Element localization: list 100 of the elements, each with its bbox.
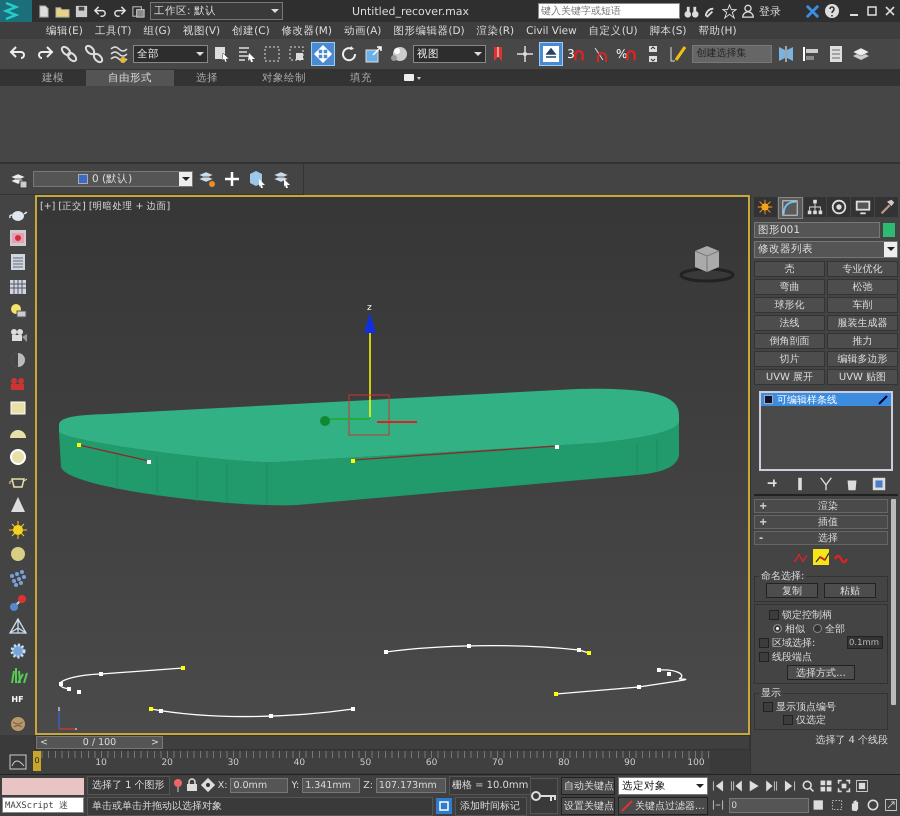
lock-handles-checkbox[interactable]: 锁定控制柄 xyxy=(759,608,883,621)
menu-item[interactable]: Civil View xyxy=(520,24,583,36)
modifier-button[interactable]: 推力 xyxy=(827,333,898,349)
radio-option[interactable]: 相似 xyxy=(773,622,805,635)
previous-frame-button[interactable]: < xyxy=(37,737,51,748)
selection-filter-dropdown[interactable]: 全部 xyxy=(133,45,208,63)
pin-icon[interactable] xyxy=(172,777,183,793)
scrollbar[interactable] xyxy=(891,499,896,705)
sun-icon[interactable] xyxy=(6,518,28,540)
segment-end-checkbox[interactable]: 线段端点 xyxy=(759,650,883,663)
set-key-button[interactable]: 设置关键点 xyxy=(561,796,615,814)
radio-option[interactable]: 全部 xyxy=(813,622,845,635)
ribbon-tab[interactable]: 选择 xyxy=(174,70,240,86)
menu-item[interactable]: 渲染(R) xyxy=(470,24,520,38)
select-by-button[interactable]: 选择方式... xyxy=(787,665,855,680)
modifier-button[interactable]: 倒角剖面 xyxy=(754,333,825,349)
modifier-button[interactable]: 弯曲 xyxy=(754,279,825,295)
menu-item[interactable]: 自定义(U) xyxy=(582,24,644,38)
menu-item[interactable]: 视图(V) xyxy=(176,24,226,38)
modifier-button[interactable]: 法线 xyxy=(754,315,825,331)
menu-item[interactable]: 创建(C) xyxy=(226,24,276,38)
coordinate-field[interactable]: 1.341mm xyxy=(302,778,360,792)
go-to-end-icon[interactable] xyxy=(782,778,798,794)
key-mode-icon[interactable] xyxy=(710,798,726,812)
manipulate-icon[interactable] xyxy=(539,42,563,66)
ribbon-tab[interactable]: 填充 xyxy=(328,70,394,86)
menu-item[interactable]: 编辑(E) xyxy=(40,24,89,38)
ribbon-tab[interactable]: 自由形式 xyxy=(86,70,174,86)
curve-icon[interactable] xyxy=(778,197,803,219)
ribbon-tab[interactable]: 建模 xyxy=(20,70,86,86)
menu-item[interactable]: 修改器(M) xyxy=(276,24,338,38)
configure-icon[interactable] xyxy=(870,476,887,492)
go-to-start-icon[interactable] xyxy=(710,778,726,794)
ribbon-tab[interactable]: 对象绘制 xyxy=(240,70,328,86)
modifier-button[interactable]: UVW 贴图 xyxy=(827,369,898,385)
login-link[interactable]: 登录 xyxy=(759,4,781,18)
link-icon[interactable] xyxy=(58,43,80,65)
current-frame-field[interactable]: 0 xyxy=(728,798,809,812)
add-time-tag-field[interactable]: 添加时间标记 xyxy=(455,796,527,816)
zoom-extents-all-icon[interactable] xyxy=(854,778,870,794)
viewport[interactable]: [+] [正交] [明暗处理 + 边面] z xyxy=(35,195,750,735)
key-icon[interactable] xyxy=(530,778,558,814)
time-marker[interactable]: 0 xyxy=(33,751,41,771)
named-selection-button[interactable]: 粘贴 xyxy=(824,583,876,598)
reference-coordinate-dropdown[interactable]: 视图 xyxy=(413,45,486,63)
modifier-list-dropdown[interactable]: 修改器列表 xyxy=(754,241,898,258)
coordinate-field[interactable]: 107.173mm xyxy=(376,778,446,792)
time-tag-icon[interactable] xyxy=(436,798,452,814)
rollout-header[interactable]: + 渲染 xyxy=(754,499,888,513)
key-mode-dropdown[interactable]: 选定对象 xyxy=(618,776,708,794)
unlink-icon[interactable] xyxy=(83,43,105,65)
modifier-button[interactable]: 编辑多边形 xyxy=(827,351,898,367)
zoom-icon[interactable] xyxy=(800,778,816,794)
layer-dropdown[interactable]: 0 (默认) xyxy=(33,171,193,187)
modifier-button[interactable]: UVW 展开 xyxy=(754,369,825,385)
key-filters-button[interactable]: 关键点过滤器... xyxy=(618,796,708,814)
area-selection-checkbox[interactable]: 区域选择: xyxy=(759,636,816,649)
maximize-icon[interactable] xyxy=(884,798,899,812)
next-frame-button[interactable]: > xyxy=(148,737,162,748)
next-frame-icon[interactable] xyxy=(764,778,780,794)
viewcube-icon[interactable] xyxy=(680,246,734,282)
snap-toggle-button[interactable]: 3 xyxy=(566,43,588,65)
menu-item[interactable]: 组(G) xyxy=(137,24,177,38)
time-slider-thumb[interactable]: < 0 / 100 > xyxy=(36,736,163,749)
hierarchy-icon[interactable] xyxy=(804,197,826,217)
segment-level-icon[interactable] xyxy=(813,549,829,565)
select-rect-icon[interactable] xyxy=(830,798,845,812)
modifier-button[interactable]: 专业优化 xyxy=(827,261,898,277)
zoom-all-icon[interactable] xyxy=(818,778,834,794)
orbit-icon[interactable] xyxy=(866,798,881,812)
wave-icon[interactable] xyxy=(108,43,130,65)
pivot-icon[interactable] xyxy=(514,43,536,65)
show-vertex-numbers-checkbox[interactable]: 显示顶点编号 xyxy=(759,700,883,713)
menu-item[interactable]: 工具(T) xyxy=(88,24,138,38)
menu-item[interactable]: 脚本(S) xyxy=(644,24,692,38)
maxscript-output-field[interactable] xyxy=(2,778,84,795)
time-slider-track[interactable]: < 0 / 100 > xyxy=(35,735,750,750)
track-bar[interactable]: 0 10 20 30 40 50 60 70 80 90 100 xyxy=(35,751,710,773)
ribbon-options-icon[interactable] xyxy=(404,73,422,83)
modifier-button[interactable]: 壳 xyxy=(754,261,825,277)
rollout-header[interactable]: + 插值 xyxy=(754,515,888,529)
auto-key-button[interactable]: 自动关键点 xyxy=(561,776,615,794)
circle-target-icon[interactable] xyxy=(827,197,850,217)
menu-item[interactable]: 图形编辑器(D) xyxy=(387,24,471,38)
modifier-button[interactable]: 切片 xyxy=(754,351,825,367)
lock-icon[interactable] xyxy=(186,777,198,793)
user-icon[interactable] xyxy=(741,2,755,20)
zoom-extents-icon[interactable] xyxy=(836,778,852,794)
help-icon[interactable] xyxy=(824,2,840,20)
named-selection-button[interactable]: 复制 xyxy=(766,583,818,598)
fork-icon[interactable] xyxy=(818,476,834,492)
search-field[interactable]: 键入关键字或短语 xyxy=(538,3,680,19)
hammer-icon[interactable] xyxy=(875,197,898,217)
area-threshold-field[interactable]: 0.1mm xyxy=(847,636,883,649)
object-color-swatch[interactable] xyxy=(883,223,895,237)
expand-icon[interactable] xyxy=(764,395,773,404)
modifier-button[interactable]: 松弛 xyxy=(827,279,898,295)
star-icon[interactable] xyxy=(722,2,737,20)
maxscript-input-field[interactable]: MAXScript 迷 xyxy=(2,797,84,813)
menu-item[interactable]: 帮助(H) xyxy=(692,24,743,38)
